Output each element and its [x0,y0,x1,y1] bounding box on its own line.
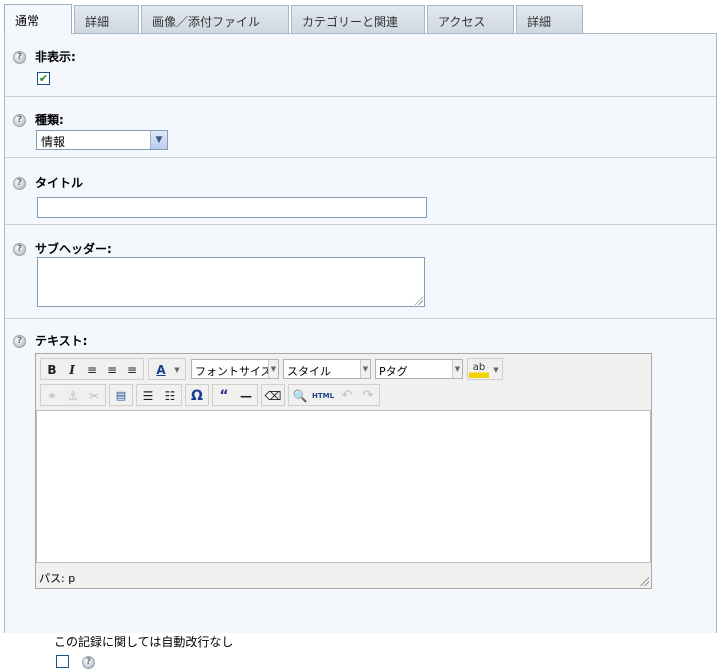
link-icon[interactable]: ⚭ [42,386,62,406]
hidden-checkbox[interactable]: ✔ [37,72,50,85]
toolbar-group-paste: ▤ [109,384,133,406]
resize-handle-icon[interactable] [414,296,423,305]
toolbar-group-view: 🔍 HTML ↶ ↷ [288,384,380,406]
toolbar-group-color: A ▼ [148,358,186,380]
editor-path-status: パス: p [39,572,76,585]
format-select[interactable]: Pタグ ▼ [375,359,463,379]
form-panel: ? 非表示: ✔ ? 種類: 情報 ▼ ? タイトル ? サブヘッダー: ? テ… [4,33,717,669]
redo-icon[interactable]: ↷ [358,386,378,406]
paste-word-icon[interactable]: ▤ [111,386,131,406]
title-input[interactable] [37,197,427,218]
bold-button[interactable]: B [42,360,62,380]
no-linebreak-checkbox[interactable] [56,655,69,668]
toolbar-group-format: B I ≡ ≡ ≡ [40,358,144,380]
font-size-select[interactable]: フォントサイズ ▼ [191,359,279,379]
blockquote-icon[interactable]: “ [214,386,234,406]
tab-categories-relations[interactable]: カテゴリーと関連 [291,5,425,33]
help-icon[interactable]: ? [13,335,26,348]
tab-label: 詳細 [85,15,110,29]
field-type: ? 種類: 情報 ▼ [5,97,716,158]
align-left-icon[interactable]: ≡ [82,360,102,380]
html-source-button[interactable]: HTML [310,386,336,406]
tab-label: 詳細 [527,15,552,29]
type-label: 種類: [35,113,64,127]
checkmark-icon: ✔ [38,72,49,85]
align-right-icon[interactable]: ≡ [122,360,142,380]
subheader-textarea[interactable] [37,257,425,307]
font-color-icon[interactable]: A [151,360,171,380]
resize-handle-icon[interactable] [640,577,649,586]
align-center-icon[interactable]: ≡ [102,360,122,380]
tab-access[interactable]: アクセス [427,5,514,33]
type-select-value: 情報 [41,135,66,149]
toolbar-group-special: Ω [185,384,209,406]
chevron-down-icon[interactable]: ▼ [268,360,278,378]
help-icon[interactable]: ? [82,656,95,669]
tab-label: 通常 [15,14,40,28]
toolbar-group-clear: ⌫ [261,384,285,406]
tab-general[interactable]: 通常 [4,4,72,34]
tab-bar: 通常 詳細 画像／添付ファイル カテゴリーと関連 アクセス 詳細 [0,0,719,34]
editor-content-area[interactable] [36,410,651,563]
style-select[interactable]: スタイル ▼ [283,359,371,379]
help-icon[interactable]: ? [13,114,26,127]
style-select-value: スタイル [287,365,331,378]
undo-icon[interactable]: ↶ [337,386,357,406]
text-label: テキスト: [35,334,88,348]
anchor-icon[interactable]: ⚓ [63,386,83,406]
toolbar-group-highlight: ab ▼ [467,358,503,380]
field-subheader: ? サブヘッダー: [5,225,716,319]
title-label: タイトル [35,176,84,190]
hidden-label: 非表示: [35,50,76,64]
help-icon[interactable]: ? [13,51,26,64]
tab-label: 画像／添付ファイル [152,15,261,29]
chevron-down-icon[interactable]: ▼ [452,360,462,378]
toolbar-group-lists: ☰ ☷ [136,384,182,406]
type-select[interactable]: 情報 ▼ [36,130,168,150]
eraser-icon[interactable]: ⌫ [263,386,283,406]
highlight-icon[interactable]: ab [469,362,489,378]
chevron-down-icon[interactable]: ▼ [171,360,183,380]
field-hidden: ? 非表示: ✔ [5,34,716,97]
subheader-label: サブヘッダー: [35,242,112,256]
numbered-list-icon[interactable]: ☷ [160,386,180,406]
field-text: ? テキスト: B I ≡ ≡ ≡ A ▼ フォントサイズ ▼ スタイル ▼ P… [5,319,716,669]
help-icon[interactable]: ? [13,243,26,256]
unlink-icon[interactable]: ✂ [84,386,104,406]
tab-details-2[interactable]: 詳細 [516,5,583,33]
italic-button[interactable]: I [62,360,82,380]
toolbar-group-blocks: “ — [212,384,258,406]
chevron-down-icon[interactable]: ▼ [150,131,167,149]
rich-text-editor: B I ≡ ≡ ≡ A ▼ フォントサイズ ▼ スタイル ▼ Pタグ ▼ ab … [35,353,652,589]
bullet-list-icon[interactable]: ☰ [138,386,158,406]
tab-label: アクセス [438,15,486,29]
zoom-icon[interactable]: 🔍 [290,386,310,406]
tab-label: カテゴリーと関連 [302,15,399,29]
special-character-icon[interactable]: Ω [187,386,207,406]
tab-details[interactable]: 詳細 [74,5,139,33]
help-icon[interactable]: ? [13,177,26,190]
tab-images-attachments[interactable]: 画像／添付ファイル [141,5,289,33]
field-title: ? タイトル [5,158,716,225]
font-size-select-value: フォントサイズ [195,365,272,378]
chevron-down-icon[interactable]: ▼ [490,360,502,380]
no-linebreak-label: この記録に関しては自動改行なし [54,635,234,649]
format-select-value: Pタグ [379,365,408,378]
toolbar-group-links: ⚭ ⚓ ✂ [40,384,106,406]
horizontal-rule-icon[interactable]: — [236,386,256,406]
chevron-down-icon[interactable]: ▼ [360,360,370,378]
